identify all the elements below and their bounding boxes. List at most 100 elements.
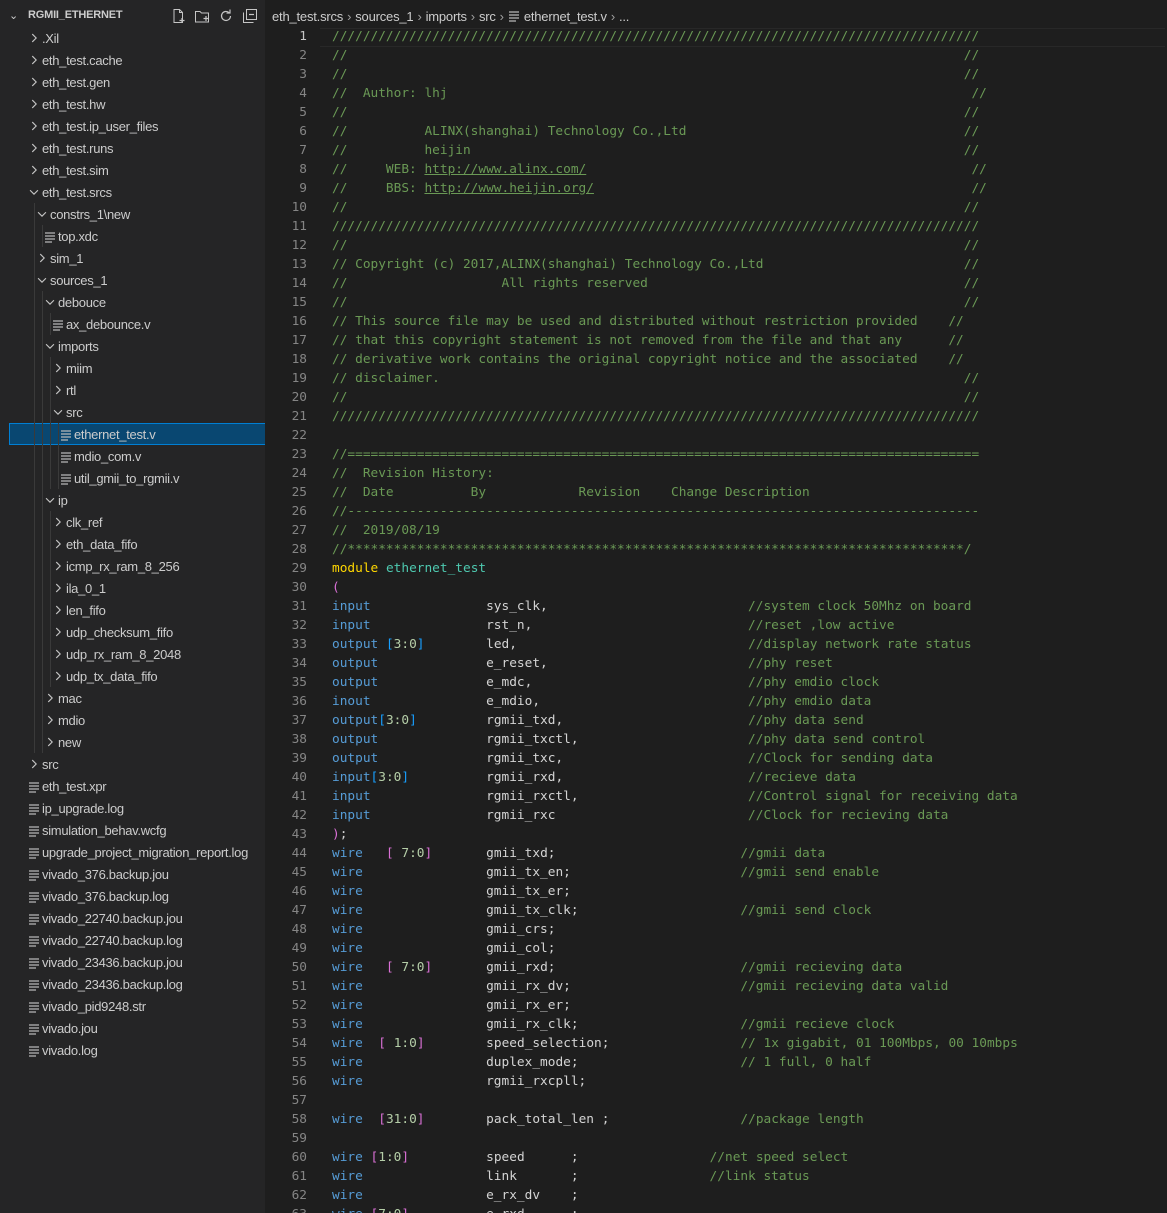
collapse-all-icon[interactable] (240, 6, 260, 26)
code-line[interactable]: // // (332, 65, 1167, 84)
tree-folder[interactable]: rtl (0, 379, 265, 401)
tree-folder[interactable]: eth_test.gen (0, 71, 265, 93)
tree-folder[interactable]: sim_1 (0, 247, 265, 269)
tree-folder[interactable]: udp_tx_data_fifo (0, 665, 265, 687)
code-line[interactable]: wire gmii_rx_dv; //gmii recieving data v… (332, 977, 1167, 996)
code-line[interactable]: wire gmii_tx_er; (332, 882, 1167, 901)
tree-folder[interactable]: sources_1 (0, 269, 265, 291)
code-line[interactable]: //--------------------------------------… (332, 502, 1167, 521)
code-line[interactable]: // Author: lhj // (332, 84, 1167, 103)
tree-folder[interactable]: src (0, 401, 265, 423)
code-line[interactable]: output rgmii_txctl, //phy data send cont… (332, 730, 1167, 749)
tree-folder[interactable]: eth_data_fifo (0, 533, 265, 555)
tree-folder[interactable]: mdio (0, 709, 265, 731)
code-line[interactable]: // disclaimer. // (332, 369, 1167, 388)
code-line[interactable]: // // (332, 198, 1167, 217)
tree-folder[interactable]: ip (0, 489, 265, 511)
tree-folder[interactable]: eth_test.srcs (0, 181, 265, 203)
code-line[interactable]: ////////////////////////////////////////… (332, 217, 1167, 236)
chevron-right-icon[interactable] (51, 603, 65, 617)
chevron-right-icon[interactable] (27, 75, 41, 89)
code-line[interactable]: wire [ 1:0] speed_selection; // 1x gigab… (332, 1034, 1167, 1053)
tree-folder[interactable]: icmp_rx_ram_8_256 (0, 555, 265, 577)
code-line[interactable]: // Revision History: (332, 464, 1167, 483)
code-line[interactable]: wire [1:0] speed ; //net speed select (332, 1148, 1167, 1167)
code-line[interactable]: // that this copyright statement is not … (332, 331, 1167, 350)
tree-folder[interactable]: eth_test.ip_user_files (0, 115, 265, 137)
tree-folder[interactable]: new (0, 731, 265, 753)
code-line[interactable]: // WEB: http://www.alinx.com/ // (332, 160, 1167, 179)
chevron-right-icon[interactable] (35, 251, 49, 265)
chevron-right-icon[interactable] (27, 31, 41, 45)
tree-folder[interactable]: eth_test.runs (0, 137, 265, 159)
chevron-down-icon[interactable]: ⌄ (9, 9, 18, 22)
code-line[interactable]: output rgmii_txc, //Clock for sending da… (332, 749, 1167, 768)
tree-folder[interactable]: clk_ref (0, 511, 265, 533)
chevron-right-icon[interactable] (51, 581, 65, 595)
code-line[interactable]: input rgmii_rxctl, //Control signal for … (332, 787, 1167, 806)
tree-file[interactable]: ethernet_test.v (9, 423, 265, 445)
code-line[interactable]: module ethernet_test (332, 559, 1167, 578)
chevron-right-icon[interactable] (51, 515, 65, 529)
code-line[interactable] (332, 1129, 1167, 1148)
code-line[interactable]: output[3:0] rgmii_txd, //phy data send (332, 711, 1167, 730)
tree-folder[interactable]: len_fifo (0, 599, 265, 621)
chevron-down-icon[interactable] (43, 339, 57, 353)
code-line[interactable]: wire [ 7:0] gmii_txd; //gmii data (332, 844, 1167, 863)
tree-file[interactable]: ip_upgrade.log (0, 797, 265, 819)
tree-file[interactable]: util_gmii_to_rgmii.v (0, 467, 265, 489)
code-line[interactable]: wire gmii_rx_clk; //gmii recieve clock (332, 1015, 1167, 1034)
code-line[interactable]: wire gmii_col; (332, 939, 1167, 958)
refresh-icon[interactable] (216, 6, 236, 26)
new-file-icon[interactable] (168, 6, 188, 26)
chevron-right-icon[interactable] (51, 669, 65, 683)
chevron-right-icon[interactable] (51, 625, 65, 639)
code-line[interactable] (332, 426, 1167, 445)
breadcrumb-item[interactable]: eth_test.srcs (272, 9, 343, 24)
tree-folder[interactable]: eth_test.hw (0, 93, 265, 115)
chevron-down-icon[interactable] (35, 273, 49, 287)
breadcrumb-item[interactable]: imports (426, 9, 467, 24)
code-line[interactable]: // heijin // (332, 141, 1167, 160)
code-line[interactable]: ); (332, 825, 1167, 844)
code-line[interactable]: wire [7:0] e_rxd ; (332, 1205, 1167, 1213)
tree-file[interactable]: vivado_376.backup.jou (0, 863, 265, 885)
tree-file[interactable]: vivado_376.backup.log (0, 885, 265, 907)
code-line[interactable]: ////////////////////////////////////////… (332, 407, 1167, 426)
new-folder-icon[interactable] (192, 6, 212, 26)
code-line[interactable]: // // (332, 293, 1167, 312)
code-line[interactable]: // Date By Revision Change Description (332, 483, 1167, 502)
chevron-right-icon[interactable] (27, 757, 41, 771)
tree-file[interactable]: vivado.jou (0, 1017, 265, 1039)
tree-file[interactable]: ax_debounce.v (0, 313, 265, 335)
code-line[interactable]: input sys_clk, //system clock 50Mhz on b… (332, 597, 1167, 616)
tree-folder[interactable]: constrs_1\new (0, 203, 265, 225)
chevron-right-icon[interactable] (51, 647, 65, 661)
chevron-right-icon[interactable] (27, 119, 41, 133)
code-line[interactable]: // // (332, 388, 1167, 407)
tree-file[interactable]: vivado_22740.backup.log (0, 929, 265, 951)
code-line[interactable]: wire [ 7:0] gmii_rxd; //gmii recieving d… (332, 958, 1167, 977)
code-line[interactable]: ( (332, 578, 1167, 597)
tree-folder[interactable]: src (0, 753, 265, 775)
chevron-down-icon[interactable] (51, 405, 65, 419)
breadcrumb-item[interactable]: ... (619, 9, 629, 24)
tree-file[interactable]: upgrade_project_migration_report.log (0, 841, 265, 863)
code-line[interactable]: //======================================… (332, 445, 1167, 464)
code-line[interactable] (332, 1091, 1167, 1110)
chevron-right-icon[interactable] (27, 53, 41, 67)
chevron-right-icon[interactable] (27, 141, 41, 155)
code-line[interactable]: // // (332, 103, 1167, 122)
code-line[interactable]: // Copyright (c) 2017,ALINX(shanghai) Te… (332, 255, 1167, 274)
tree-file[interactable]: top.xdc (0, 225, 265, 247)
code-line[interactable]: // 2019/08/19 (332, 521, 1167, 540)
chevron-right-icon[interactable] (51, 361, 65, 375)
breadcrumb-item[interactable]: sources_1 (355, 9, 413, 24)
code-editor[interactable]: 1 2 3 4 5 6 7 8 9 10 11 12 13 14 15 16 17 18 19 20 21 22 23 24 2… (265, 27, 1167, 1213)
code-line[interactable]: wire gmii_tx_en; //gmii send enable (332, 863, 1167, 882)
code-line[interactable]: output e_mdc, //phy emdio clock (332, 673, 1167, 692)
tree-folder[interactable]: udp_rx_ram_8_2048 (0, 643, 265, 665)
chevron-right-icon[interactable] (27, 97, 41, 111)
code-line[interactable]: // All rights reserved // (332, 274, 1167, 293)
chevron-right-icon[interactable] (51, 537, 65, 551)
